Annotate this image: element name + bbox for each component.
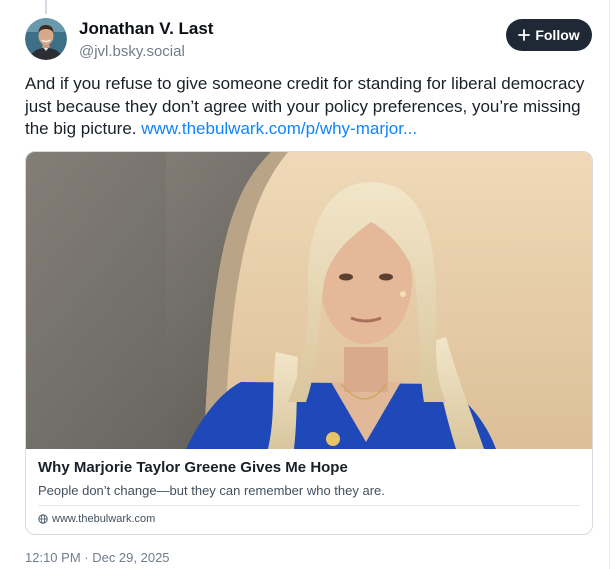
globe-icon xyxy=(38,514,48,524)
avatar-image xyxy=(25,18,67,60)
card-domain: www.thebulwark.com xyxy=(38,513,155,525)
card-domain-label: www.thebulwark.com xyxy=(52,513,156,525)
author-name[interactable]: Jonathan V. Last xyxy=(79,19,213,39)
post-timestamp[interactable]: 12:10 PM · Dec 29, 2025 xyxy=(25,550,170,565)
avatar[interactable] xyxy=(25,18,67,60)
card-image xyxy=(26,152,592,449)
post-container: Jonathan V. Last @jvl.bsky.social Follow… xyxy=(0,0,615,569)
card-title: Why Marjorie Taylor Greene Gives Me Hope xyxy=(38,459,348,476)
column-border xyxy=(609,0,610,569)
follow-button[interactable]: Follow xyxy=(506,19,592,51)
card-divider xyxy=(38,505,580,506)
link-preview-card[interactable]: Why Marjorie Taylor Greene Gives Me Hope… xyxy=(25,151,593,535)
author-handle[interactable]: @jvl.bsky.social xyxy=(79,43,185,60)
card-description: People don’t change—but they can remembe… xyxy=(38,483,385,498)
post-link[interactable]: www.thebulwark.com/p/why-marjor... xyxy=(141,119,417,138)
thread-connector-line xyxy=(45,0,47,14)
plus-icon xyxy=(518,29,531,41)
post-text: And if you refuse to give someone credit… xyxy=(25,73,595,141)
follow-button-label: Follow xyxy=(535,27,580,43)
